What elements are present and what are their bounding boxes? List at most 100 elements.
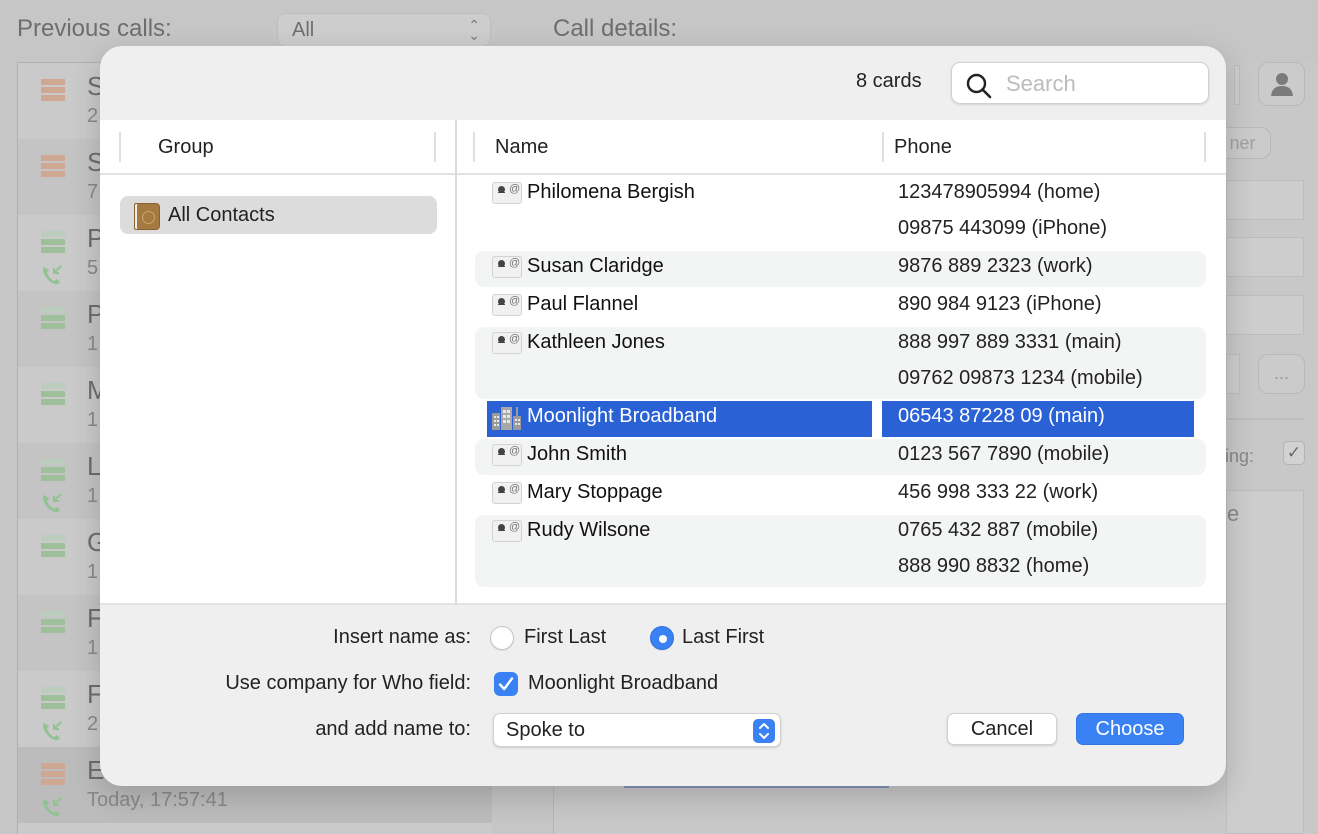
call-time: 7: [87, 181, 99, 203]
contact-phones: 123478905994 (home) 09875 443099 (iPhone): [898, 181, 1107, 253]
radio-last-first-label[interactable]: Last First: [682, 626, 764, 649]
pane-divider[interactable]: [455, 120, 457, 605]
contact-name: Mary Stoppage: [527, 481, 663, 503]
divider: [1226, 418, 1304, 420]
details-field[interactable]: [1226, 180, 1304, 220]
contact-card-icon: [492, 482, 522, 504]
use-company-checkbox[interactable]: [494, 672, 518, 696]
card-count: 8 cards: [856, 70, 922, 92]
contact-name: Kathleen Jones: [527, 331, 665, 353]
contact-phones: 06543 87228 09 (main): [898, 405, 1105, 441]
call-filter-select[interactable]: All ⌃ ⌄: [277, 13, 491, 47]
radio-first-last-label[interactable]: First Last: [524, 626, 606, 649]
details-field[interactable]: [1226, 354, 1240, 394]
call-time: 1: [87, 409, 99, 431]
search-field[interactable]: [951, 62, 1209, 104]
phone-number[interactable]: 0765 432 887 (mobile): [898, 519, 1098, 555]
notes-partial-text: e: [1227, 501, 1240, 526]
incoming-call-icon: [40, 795, 64, 825]
search-icon: [966, 73, 992, 99]
option-checkbox[interactable]: ✓: [1283, 441, 1305, 465]
person-icon: [1270, 73, 1293, 96]
contact-row[interactable]: Susan Claridge9876 889 2323 (work): [475, 251, 1206, 287]
phone-number[interactable]: 09875 443099 (iPhone): [898, 217, 1107, 253]
contact-row[interactable]: Mary Stoppage456 998 333 22 (work): [475, 477, 1206, 513]
phone-number[interactable]: 06543 87228 09 (main): [898, 405, 1105, 441]
table-header: Group Name Phone: [100, 120, 1226, 175]
name-column-header[interactable]: Name: [495, 136, 548, 159]
contact-phones: 0765 432 887 (mobile) 888 990 8832 (home): [898, 519, 1098, 591]
phone-number[interactable]: 9876 889 2323 (work): [898, 255, 1093, 291]
contact-phones: 456 998 333 22 (work): [898, 481, 1098, 517]
call-status-icon: [41, 763, 65, 785]
call-status-icon: [41, 231, 65, 253]
call-status-icon: [41, 307, 65, 329]
radio-first-last[interactable]: [490, 626, 514, 650]
notes-field[interactable]: e: [1226, 490, 1304, 834]
call-time: Today, 17:57:41: [87, 789, 228, 811]
chevron-updown-icon: [753, 719, 775, 743]
company-icon: [492, 407, 521, 430]
add-name-select-value: Spoke to: [506, 719, 585, 741]
contact-phones: 890 984 9123 (iPhone): [898, 293, 1102, 329]
call-time: 2: [87, 105, 99, 127]
contact-name: Moonlight Broadband: [527, 405, 718, 427]
cancel-button[interactable]: Cancel: [947, 713, 1057, 745]
contacts-browser: Group Name Phone All Contacts Philomena …: [100, 120, 1226, 605]
group-label: All Contacts: [168, 204, 275, 226]
chevron-updown-icon: ⌃ ⌄: [468, 17, 480, 43]
call-status-icon: [41, 611, 65, 633]
add-name-label: and add name to:: [315, 718, 471, 740]
phone-number[interactable]: 888 997 889 3331 (main): [898, 331, 1143, 367]
contact-phones: 0123 567 7890 (mobile): [898, 443, 1109, 479]
phone-number[interactable]: 890 984 9123 (iPhone): [898, 293, 1102, 329]
phone-number[interactable]: 888 990 8832 (home): [898, 555, 1098, 591]
details-field[interactable]: [1226, 237, 1304, 277]
contact-name: Rudy Wilsone: [527, 519, 651, 541]
insert-name-label: Insert name as:: [333, 626, 471, 648]
phone-number[interactable]: 123478905994 (home): [898, 181, 1107, 217]
call-time: 5: [87, 257, 99, 279]
phone-column-header[interactable]: Phone: [894, 136, 952, 159]
contact-name: Philomena Bergish: [527, 181, 695, 203]
choose-button[interactable]: Choose: [1076, 713, 1184, 745]
phone-number[interactable]: 456 998 333 22 (work): [898, 481, 1098, 517]
use-company-value[interactable]: Moonlight Broadband: [528, 672, 718, 695]
call-status-icon: [41, 383, 65, 405]
details-field[interactable]: [1234, 65, 1240, 105]
call-details-label: Call details:: [553, 15, 678, 42]
contact-row[interactable]: Philomena Bergish123478905994 (home)0987…: [475, 177, 1206, 249]
radio-last-first[interactable]: [650, 626, 674, 650]
contact-card-icon: [492, 444, 522, 466]
contact-row[interactable]: John Smith0123 567 7890 (mobile): [475, 439, 1206, 475]
contact-card-icon: [492, 520, 522, 542]
search-input[interactable]: [1006, 69, 1196, 99]
column-separator[interactable]: [1204, 132, 1206, 162]
column-separator[interactable]: [882, 132, 884, 162]
group-item-all-contacts[interactable]: All Contacts: [120, 196, 437, 234]
details-field[interactable]: [1226, 295, 1304, 335]
contact-row[interactable]: Paul Flannel890 984 9123 (iPhone): [475, 289, 1206, 325]
contact-row[interactable]: Kathleen Jones888 997 889 3331 (main)097…: [475, 327, 1206, 399]
phone-number[interactable]: 09762 09873 1234 (mobile): [898, 367, 1143, 403]
contact-row[interactable]: Moonlight Broadband 06543 87228 09 (main): [475, 401, 1206, 437]
contact-card-icon: [492, 256, 522, 278]
group-column-header[interactable]: Group: [158, 136, 214, 159]
phone-number[interactable]: 0123 567 7890 (mobile): [898, 443, 1109, 479]
previous-calls-label: Previous calls:: [17, 15, 172, 42]
contact-row[interactable]: Rudy Wilsone0765 432 887 (mobile)888 990…: [475, 515, 1206, 587]
call-status-icon: [41, 687, 65, 709]
contact-name: Paul Flannel: [527, 293, 639, 315]
contact-phones: 9876 889 2323 (work): [898, 255, 1093, 291]
more-button[interactable]: ...: [1258, 354, 1305, 394]
address-book-icon: [134, 203, 160, 230]
call-status-icon: [41, 79, 65, 101]
add-name-select[interactable]: Spoke to: [493, 713, 781, 747]
call-status-icon: [41, 155, 65, 177]
link-underline[interactable]: [624, 786, 889, 788]
call-filter-value: All: [292, 19, 315, 41]
contact-picker-button[interactable]: [1258, 62, 1305, 106]
column-separator: [119, 132, 121, 162]
incoming-call-icon: [40, 719, 64, 749]
contact-picker-dialog: 8 cards Group Name Phone All Contacts Ph…: [100, 46, 1226, 786]
